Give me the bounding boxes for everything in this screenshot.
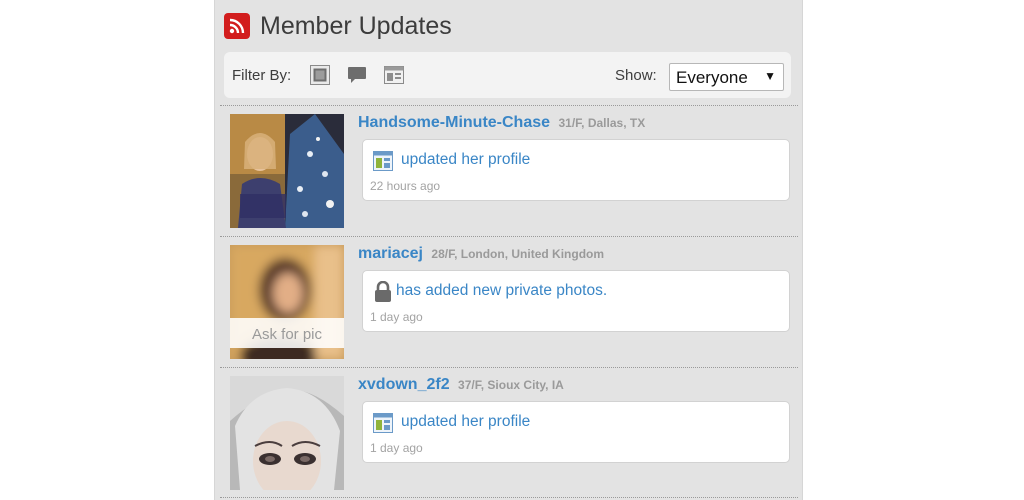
photo-filter-icon[interactable] [309,64,331,86]
member-line: xvdown_2f2 37/F, Sioux City, IA [358,376,564,394]
show-select[interactable]: Everyone ▼ [669,63,784,91]
member-meta: 31/F, Dallas, TX [558,116,646,130]
activity-link[interactable]: updated her profile [401,151,530,169]
member-meta: 28/F, London, United Kingdom [431,247,605,261]
activity-time: 22 hours ago [370,179,441,193]
profile-update-icon [373,151,393,171]
avatar[interactable] [230,376,344,490]
update-item: Handsome-Minute-Chase 31/F, Dallas, TX u… [215,106,802,236]
show-select-value: Everyone [676,68,748,87]
avatar[interactable] [230,114,344,228]
member-name-link[interactable]: mariacej [358,245,423,262]
member-meta: 37/F, Sioux City, IA [458,378,564,392]
ask-for-pic-label: Ask for pic [252,326,323,343]
activity-link[interactable]: has added new private photos. [396,282,607,300]
divider [220,497,798,498]
activity-time: 1 day ago [370,310,423,324]
member-line: mariacej 28/F, London, United Kingdom [358,245,604,263]
avatar[interactable]: Ask for pic [230,245,344,359]
activity-card: updated her profile 1 day ago [362,401,790,463]
update-item: xvdown_2f2 37/F, Sioux City, IA updated … [215,368,802,498]
profile-update-icon [373,413,393,433]
member-line: Handsome-Minute-Chase 31/F, Dallas, TX [358,114,645,132]
activity-time: 1 day ago [370,441,423,455]
member-name-link[interactable]: Handsome-Minute-Chase [358,114,550,131]
activity-card: updated her profile 22 hours ago [362,139,790,201]
profile-filter-icon[interactable] [383,64,405,86]
filter-label: Filter By: [232,67,292,84]
activity-link[interactable]: updated her profile [401,413,530,431]
show-label: Show: [615,67,657,84]
rss-feed-icon[interactable] [224,13,250,39]
lock-icon [374,281,394,302]
member-updates-panel: Member Updates Filter By: Show: Everyone… [214,0,803,500]
panel-header: Member Updates [224,11,452,41]
update-item: Ask for pic mariacej 28/F, London, Unite… [215,237,802,367]
activity-card: has added new private photos. 1 day ago [362,270,790,332]
comment-filter-icon[interactable] [346,64,368,86]
filter-bar: Filter By: Show: Everyone ▼ [224,52,791,98]
member-name-link[interactable]: xvdown_2f2 [358,376,450,393]
panel-title: Member Updates [260,11,452,40]
chevron-down-icon: ▼ [764,69,776,83]
